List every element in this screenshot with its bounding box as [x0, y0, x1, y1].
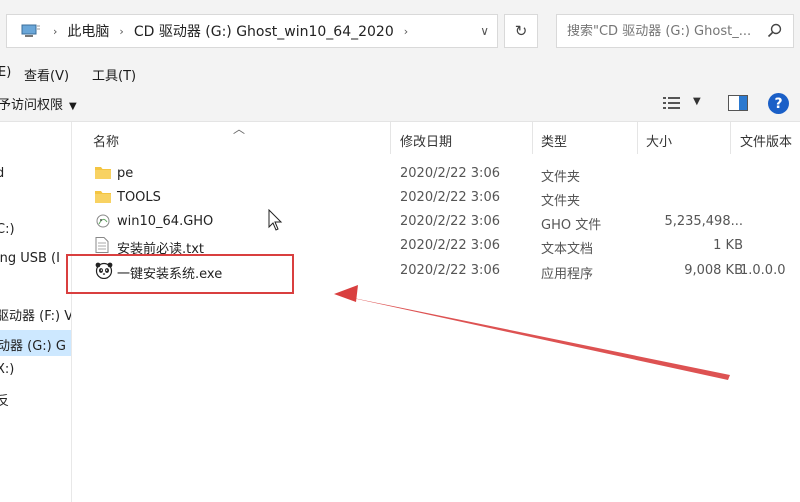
- mouse-cursor-icon: [268, 209, 283, 231]
- red-arrow-annotation: [334, 285, 730, 380]
